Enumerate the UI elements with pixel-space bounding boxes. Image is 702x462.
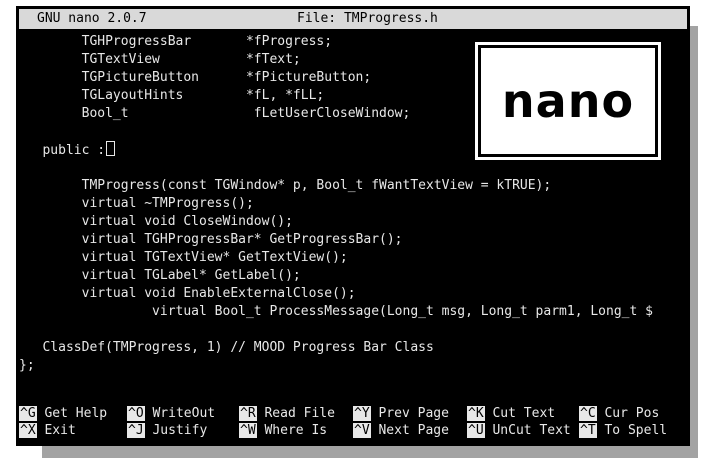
shortcut-label: Next Page bbox=[378, 423, 449, 438]
code-line: virtual TGHProgressBar* GetProgressBar()… bbox=[19, 232, 403, 247]
code-line: Bool_t fLetUserCloseWindow; bbox=[19, 106, 411, 121]
shortcut-justify[interactable]: ^J Justify bbox=[127, 422, 207, 439]
code-line: virtual Bool_t ProcessMessage(Long_t msg… bbox=[19, 304, 653, 319]
shortcut-label: Where Is bbox=[264, 423, 328, 438]
nano-logo-text: nano bbox=[501, 74, 635, 128]
shortcut-label: Cut Text bbox=[492, 406, 556, 421]
shortcut-where-is[interactable]: ^W Where Is bbox=[239, 422, 327, 439]
shortcut-label: Read File bbox=[264, 406, 335, 421]
text-cursor bbox=[106, 141, 116, 156]
code-line: virtual void CloseWindow(); bbox=[19, 214, 293, 229]
shortcut-key: ^U bbox=[467, 423, 485, 438]
code-line-public: public : bbox=[19, 141, 116, 159]
app-version: GNU nano 2.0.7 bbox=[37, 11, 147, 26]
shortcut-label: Prev Page bbox=[378, 406, 449, 421]
code-line: }; bbox=[19, 358, 35, 373]
code-line: TGHProgressBar *fProgress; bbox=[19, 34, 333, 49]
code-line: virtual void EnableExternalClose(); bbox=[19, 286, 356, 301]
code-line: virtual ~TMProgress(); bbox=[19, 196, 254, 211]
shortcut-key: ^C bbox=[579, 406, 597, 421]
file-name: File: TMProgress.h bbox=[297, 11, 438, 26]
code-line: TGLayoutHints *fL, *fLL; bbox=[19, 88, 325, 103]
shortcut-to-spell[interactable]: ^T To Spell bbox=[579, 422, 667, 439]
shortcut-key: ^Y bbox=[353, 406, 371, 421]
code-line: ClassDef(TMProgress, 1) // MOOD Progress… bbox=[19, 340, 434, 355]
shortcut-next-page[interactable]: ^V Next Page bbox=[353, 422, 449, 439]
shortcut-writeout[interactable]: ^O WriteOut bbox=[127, 405, 215, 422]
shortcut-prev-page[interactable]: ^Y Prev Page bbox=[353, 405, 449, 422]
shortcut-key: ^T bbox=[579, 423, 597, 438]
shortcut-label: WriteOut bbox=[152, 406, 216, 421]
nano-title-bar: GNU nano 2.0.7 File: TMProgress.h bbox=[19, 9, 687, 29]
code-line: TGTextView *fText; bbox=[19, 52, 301, 67]
shortcut-label: Cur Pos bbox=[604, 406, 660, 421]
shortcut-exit[interactable]: ^X Exit bbox=[19, 422, 76, 439]
shortcut-label: Justify bbox=[152, 423, 208, 438]
code-line: TGPictureButton *fPictureButton; bbox=[19, 70, 372, 85]
shortcut-cur-pos[interactable]: ^C Cur Pos bbox=[579, 405, 659, 422]
shortcut-key: ^V bbox=[353, 423, 371, 438]
shortcut-uncut-text[interactable]: ^U UnCut Text bbox=[467, 422, 571, 439]
nano-logo-badge: nano bbox=[475, 42, 661, 160]
shortcut-key: ^W bbox=[239, 423, 257, 438]
shortcut-label: Get Help bbox=[44, 406, 108, 421]
shortcut-bar: ^G Get Help ^O WriteOut ^R Read File ^Y … bbox=[19, 401, 687, 443]
shortcut-label: To Spell bbox=[604, 423, 668, 438]
shortcut-key: ^J bbox=[127, 423, 145, 438]
code-line: TMProgress(const TGWindow* p, Bool_t fWa… bbox=[19, 178, 552, 193]
shortcut-get-help[interactable]: ^G Get Help bbox=[19, 405, 107, 422]
shortcut-cut-text[interactable]: ^K Cut Text bbox=[467, 405, 555, 422]
shortcut-key: ^X bbox=[19, 423, 37, 438]
shortcut-key: ^R bbox=[239, 406, 257, 421]
code-line: virtual TGLabel* GetLabel(); bbox=[19, 268, 301, 283]
shortcut-key: ^K bbox=[467, 406, 485, 421]
code-line-text: public : bbox=[19, 143, 106, 158]
shortcut-label: Exit bbox=[44, 423, 76, 438]
code-line: virtual TGTextView* GetTextView(); bbox=[19, 250, 348, 265]
shortcut-key: ^G bbox=[19, 406, 37, 421]
shortcut-label: UnCut Text bbox=[492, 423, 571, 438]
shortcut-read-file[interactable]: ^R Read File bbox=[239, 405, 335, 422]
shortcut-key: ^O bbox=[127, 406, 145, 421]
